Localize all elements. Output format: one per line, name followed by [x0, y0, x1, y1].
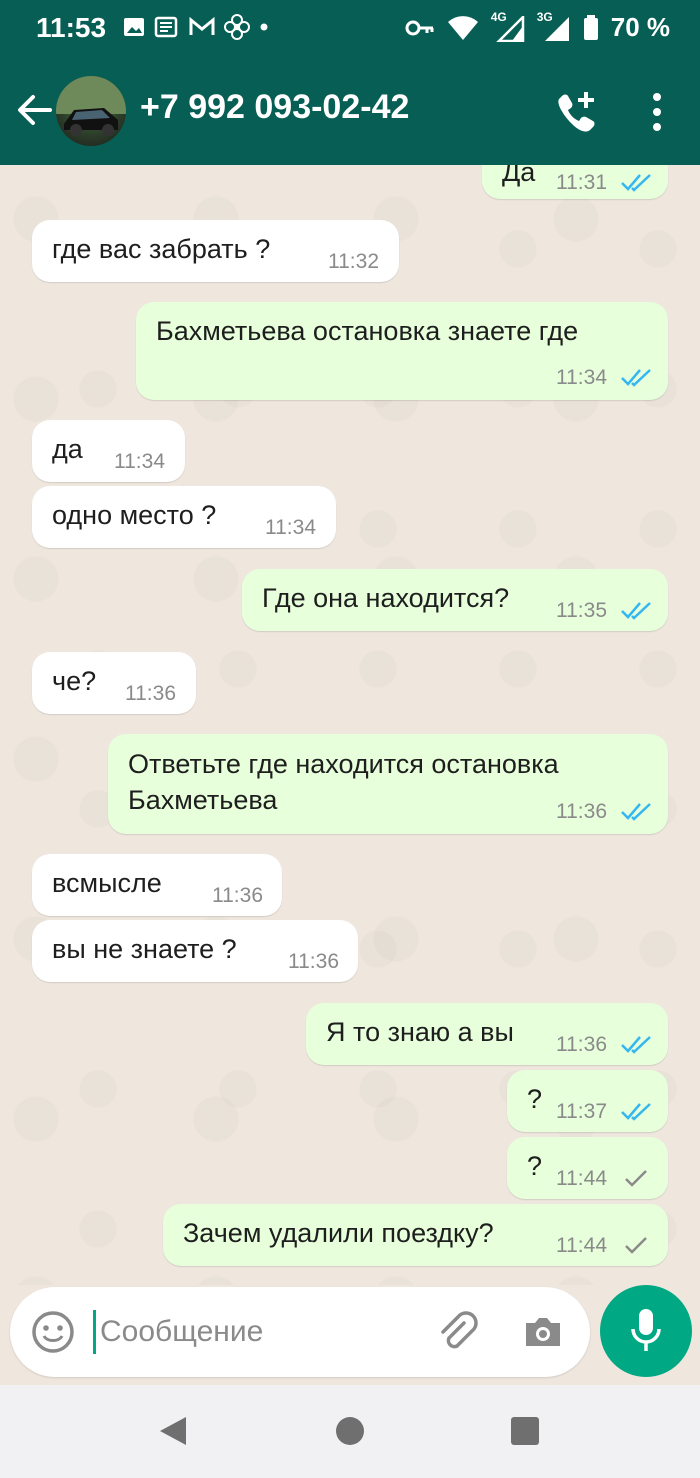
read-double-check-icon: [621, 369, 651, 387]
message-time: 11:31: [556, 171, 607, 194]
top-bar: 11:53 4G 3G 70 % +7 992 093-02-42: [0, 0, 700, 165]
text-caret: [93, 1310, 96, 1354]
message-incoming[interactable]: да 11:34: [32, 420, 185, 482]
message-time: 11:36: [212, 884, 263, 907]
contact-avatar[interactable]: [56, 76, 126, 146]
add-call-icon[interactable]: [552, 88, 600, 136]
battery-percent: 70 %: [610, 12, 670, 42]
message-time: 11:32: [328, 250, 379, 273]
signal-icon: [495, 15, 524, 42]
message-text: Да: [502, 165, 536, 187]
message-time: 11:44: [556, 1167, 607, 1190]
message-text: да: [52, 434, 83, 464]
message-time: 11:44: [556, 1234, 607, 1257]
message-outgoing[interactable]: Я то знаю а вы 11:36: [306, 1003, 668, 1065]
message-time: 11:36: [288, 950, 339, 973]
message-placeholder: Сообщение: [100, 1315, 264, 1348]
nav-recents-icon[interactable]: [511, 1417, 539, 1445]
message-outgoing[interactable]: Бахметьева остановка знаете где 11:34: [136, 302, 668, 400]
nav-back-icon[interactable]: [158, 1415, 188, 1447]
news-icon: [154, 16, 178, 38]
key-icon: [405, 20, 434, 35]
message-text: где вас забрать ?: [52, 234, 271, 264]
message-time: 11:37: [556, 1100, 607, 1123]
message-text: всмысле: [52, 868, 162, 898]
read-double-check-icon: [621, 1036, 651, 1054]
dot-icon: [260, 23, 268, 31]
status-time: 11:53: [36, 12, 107, 43]
message-text: Зачем удалили поездку?: [183, 1218, 494, 1248]
message-text: одно место ?: [52, 500, 217, 530]
chat-area[interactable]: Да 11:31 где вас забрать ? 11:32 Бахметь…: [0, 165, 700, 1285]
message-time: 11:34: [556, 366, 607, 389]
pinwheel-icon: [224, 14, 250, 40]
message-time: 11:35: [556, 599, 607, 622]
signal-4g: 4G: [491, 10, 525, 42]
message-text: че?: [52, 666, 97, 696]
message-text: Бахметьева остановка знаете где: [156, 316, 579, 346]
attach-icon[interactable]: [434, 1309, 480, 1355]
message-time: 11:36: [556, 800, 607, 823]
read-double-check-icon: [621, 174, 651, 192]
battery-icon: [583, 14, 598, 40]
message-time: 11:36: [125, 682, 176, 705]
message-incoming[interactable]: всмысле 11:36: [32, 854, 282, 916]
composer-bar: Сообщение: [0, 1285, 700, 1385]
message-outgoing[interactable]: ? 11:44: [507, 1137, 668, 1199]
sent-check-icon: [625, 1170, 647, 1187]
message-outgoing[interactable]: ? 11:37: [507, 1070, 668, 1132]
system-navigation-bar: [0, 1385, 700, 1478]
status-bar: 11:53 4G 3G 70 %: [0, 0, 700, 60]
nav-home-icon[interactable]: [336, 1417, 364, 1445]
message-incoming[interactable]: одно место ? 11:34: [32, 486, 336, 548]
message-text: ?: [527, 1084, 543, 1114]
voice-message-button[interactable]: [600, 1285, 692, 1377]
more-options-icon[interactable]: [640, 90, 674, 134]
gmail-icon: [189, 16, 215, 35]
signal-icon: [544, 16, 569, 41]
notification-icons: [122, 14, 270, 40]
message-incoming[interactable]: вы не знаете ? 11:36: [32, 920, 358, 982]
back-arrow-icon[interactable]: [14, 90, 54, 130]
car-photo-icon: [56, 76, 126, 136]
signal-3g: 3G: [537, 10, 571, 42]
message-outgoing[interactable]: Зачем удалили поездку? 11:44: [163, 1204, 668, 1266]
message-incoming[interactable]: че? 11:36: [32, 652, 196, 714]
message-text: Где она находится?: [262, 583, 510, 613]
read-double-check-icon: [621, 1103, 651, 1121]
message-time: 11:34: [114, 450, 165, 473]
gallery-icon: [124, 18, 144, 36]
contact-name[interactable]: +7 992 093-02-42: [140, 88, 409, 127]
sent-check-icon: [625, 1237, 647, 1254]
message-text: вы не знаете ?: [52, 934, 237, 964]
microphone-icon: [631, 1309, 661, 1351]
message-text: Я то знаю а вы: [326, 1017, 514, 1047]
message-incoming[interactable]: где вас забрать ? 11:32: [32, 220, 399, 282]
wifi-icon: [447, 15, 478, 40]
message-outgoing[interactable]: Где она находится? 11:35: [242, 569, 668, 631]
system-icons: 4G 3G 70 %: [405, 10, 670, 43]
message-text: ?: [527, 1151, 543, 1181]
message-time: 11:36: [556, 1033, 607, 1056]
camera-icon[interactable]: [520, 1309, 566, 1355]
message-input[interactable]: Сообщение: [10, 1287, 590, 1377]
message-outgoing[interactable]: Ответьте где находится остановка Бахметь…: [108, 734, 668, 834]
chat-header: +7 992 093-02-42: [0, 60, 700, 165]
message-time: 11:34: [265, 516, 316, 539]
message-outgoing[interactable]: Да 11:31: [482, 165, 668, 199]
emoji-icon[interactable]: [30, 1309, 76, 1355]
read-double-check-icon: [621, 803, 651, 821]
read-double-check-icon: [621, 602, 651, 620]
